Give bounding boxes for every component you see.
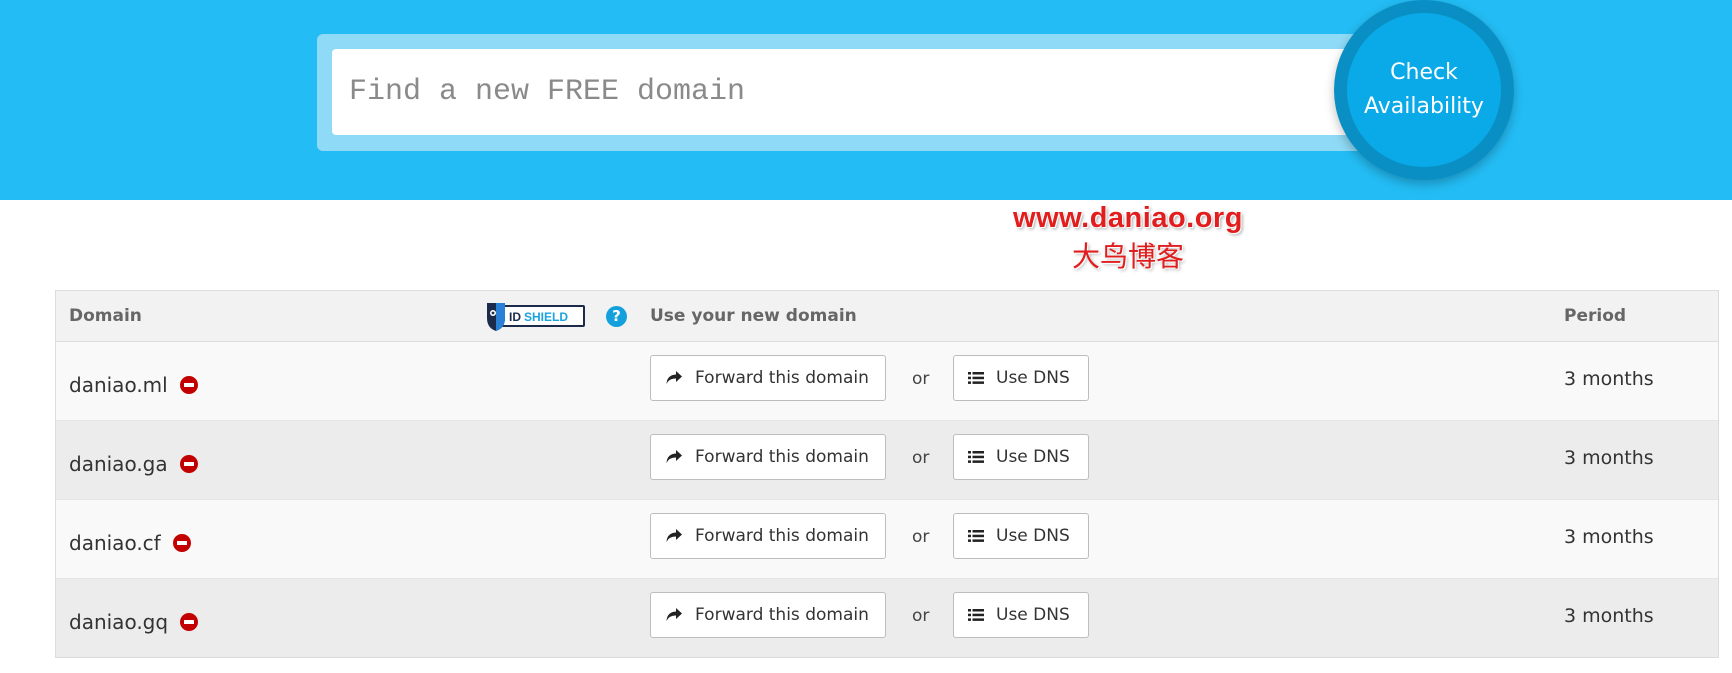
minus-circle-icon[interactable] — [179, 375, 198, 394]
or-text: or — [912, 369, 930, 389]
list-icon — [968, 372, 984, 384]
forward-label: Forward this domain — [695, 526, 869, 546]
period-cell: 3 months — [1564, 526, 1654, 548]
forward-domain-button[interactable]: Forward this domain — [650, 434, 886, 480]
use-dns-button[interactable]: Use DNS — [953, 592, 1089, 638]
domain-name: daniao.ml — [69, 373, 168, 397]
or-text: or — [912, 448, 930, 468]
header-period: Period — [1564, 306, 1627, 326]
table-row: daniao.ml Forward this domain or Use DNS… — [56, 342, 1718, 421]
minus-circle-icon[interactable] — [172, 533, 191, 552]
idshield-logo: ID SHIELD — [487, 303, 585, 331]
forward-domain-button[interactable]: Forward this domain — [650, 355, 886, 401]
or-text: or — [912, 606, 930, 626]
domain-cell: daniao.gq — [69, 610, 199, 634]
share-arrow-icon — [666, 450, 682, 463]
forward-label: Forward this domain — [695, 605, 869, 625]
table-row: daniao.gq Forward this domain or Use DNS… — [56, 579, 1718, 657]
share-arrow-icon — [666, 608, 682, 621]
question-circle-icon[interactable]: ? — [606, 306, 627, 327]
or-text: or — [912, 527, 930, 547]
table-header: Domain ID SHIELD ? Use your new domain P… — [56, 291, 1718, 342]
check-availability-ring: Check Availability — [1334, 0, 1514, 180]
watermark-url: www.daniao.org — [1013, 202, 1243, 234]
table-row: daniao.ga Forward this domain or Use DNS… — [56, 421, 1718, 500]
watermark-name: 大鸟博客 — [1071, 242, 1184, 273]
header-domain: Domain — [69, 306, 142, 326]
forward-label: Forward this domain — [695, 447, 869, 467]
dns-label: Use DNS — [996, 605, 1070, 625]
domain-name: daniao.ga — [69, 452, 168, 476]
table-row: daniao.cf Forward this domain or Use DNS… — [56, 500, 1718, 579]
period-cell: 3 months — [1564, 605, 1654, 627]
use-dns-button[interactable]: Use DNS — [953, 513, 1089, 559]
domain-name: daniao.cf — [69, 531, 161, 555]
domain-table: Domain ID SHIELD ? Use your new domain P… — [55, 290, 1719, 658]
search-frame — [317, 34, 1373, 151]
forward-domain-button[interactable]: Forward this domain — [650, 513, 886, 559]
watermark: www.daniao.org 大鸟博客 — [998, 202, 1258, 275]
check-button-line1: Check — [1390, 60, 1458, 85]
forward-domain-button[interactable]: Forward this domain — [650, 592, 886, 638]
use-dns-button[interactable]: Use DNS — [953, 434, 1089, 480]
minus-circle-icon[interactable] — [179, 454, 198, 473]
svg-text:ID: ID — [509, 310, 521, 324]
domain-cell: daniao.cf — [69, 531, 191, 555]
list-icon — [968, 609, 984, 621]
svg-text:SHIELD: SHIELD — [524, 310, 568, 324]
check-availability-button[interactable]: Check Availability — [1347, 13, 1501, 167]
share-arrow-icon — [666, 371, 682, 384]
forward-label: Forward this domain — [695, 368, 869, 388]
search-hero: Check Availability — [0, 0, 1732, 200]
period-cell: 3 months — [1564, 368, 1654, 390]
dns-label: Use DNS — [996, 447, 1070, 467]
check-button-line2: Availability — [1364, 94, 1484, 119]
list-icon — [968, 451, 984, 463]
header-use-domain: Use your new domain — [650, 306, 857, 326]
domain-search-input[interactable] — [332, 49, 1352, 135]
share-arrow-icon — [666, 529, 682, 542]
use-dns-button[interactable]: Use DNS — [953, 355, 1089, 401]
dns-label: Use DNS — [996, 368, 1070, 388]
period-cell: 3 months — [1564, 447, 1654, 469]
list-icon — [968, 530, 984, 542]
dns-label: Use DNS — [996, 526, 1070, 546]
domain-cell: daniao.ml — [69, 373, 198, 397]
minus-circle-icon[interactable] — [180, 612, 199, 631]
domain-cell: daniao.ga — [69, 452, 198, 476]
domain-name: daniao.gq — [69, 610, 169, 634]
